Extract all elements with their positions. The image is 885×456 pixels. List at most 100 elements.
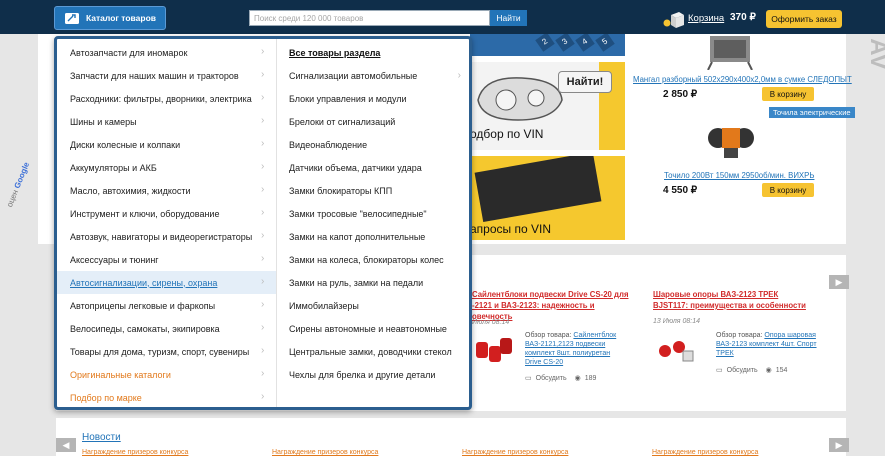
- product-price: 2 850 ₽: [663, 89, 698, 100]
- chevron-right-icon: ›: [261, 368, 265, 379]
- article-title[interactable]: Шаровые опоры ВАЗ-2123 ТРЕК BJST117: пре…: [653, 289, 806, 311]
- discuss-link[interactable]: Обсудить: [536, 375, 567, 382]
- arrow-right-icon[interactable]: ▶: [829, 438, 849, 452]
- vin-search-banner[interactable]: Найти! одбор по VIN: [470, 62, 625, 150]
- article-date: 13 Июля 08:14: [653, 318, 700, 325]
- catalog-button[interactable]: Каталог товаров: [54, 6, 166, 30]
- subcategory-item[interactable]: Центральные замки, доводчики стекол: [277, 340, 469, 363]
- eye-icon: ◉: [765, 367, 772, 374]
- category-item[interactable]: Инструмент и ключи, оборудование ›: [57, 202, 276, 225]
- product-title[interactable]: Мангал разборный 502х290х400х2,0мм в сум…: [633, 75, 852, 84]
- vin-banner-caption: одбор по VIN: [470, 127, 544, 141]
- subcategory-item[interactable]: Брелоки от сигнализаций: [277, 110, 469, 133]
- article-thumbnail[interactable]: [655, 333, 695, 367]
- news-item[interactable]: Награждение призеров конкурса: [272, 449, 378, 456]
- article-meta: ▭ Обсудить ◉ 154: [716, 366, 788, 375]
- chevron-right-icon: ›: [261, 69, 265, 80]
- search-input[interactable]: [249, 10, 490, 26]
- category-item[interactable]: Автозвук, навигаторы и видеорегистраторы…: [57, 225, 276, 248]
- banner-page-number[interactable]: 2: [535, 34, 555, 52]
- cart-link[interactable]: Корзина: [688, 13, 724, 24]
- category-item[interactable]: Диски колесные и колпаки ›: [57, 133, 276, 156]
- chevron-right-icon: ›: [261, 253, 265, 264]
- article-title[interactable]: Сайлентблоки подвески Drive CS-20 для -2…: [472, 289, 629, 322]
- view-count: 189: [584, 374, 597, 382]
- arrow-left-icon[interactable]: ◀: [56, 438, 76, 452]
- chevron-right-icon: ›: [261, 230, 265, 241]
- find-button[interactable]: Найти!: [558, 71, 612, 93]
- subcategory-item[interactable]: Замки на руль, замки на педали: [277, 271, 469, 294]
- category-item[interactable]: Автозапчасти для иномарок ›: [57, 41, 276, 64]
- subcategory-item[interactable]: Сирены автономные и неавтономные: [277, 317, 469, 340]
- eye-icon: ◉: [574, 375, 581, 382]
- category-badge[interactable]: Точила электрические: [769, 107, 855, 118]
- category-item[interactable]: Запчасти для наших машин и тракторов ›: [57, 64, 276, 87]
- catalog-dropdown-menu: Автозапчасти для иномарок › Запчасти для …: [54, 36, 472, 410]
- chevron-right-icon: ›: [261, 391, 265, 402]
- category-list: Автозапчасти для иномарок › Запчасти для …: [57, 39, 276, 407]
- article-thumbnail[interactable]: [474, 334, 514, 368]
- category-item[interactable]: Товары для дома, туризм, спорт, сувениры…: [57, 340, 276, 363]
- category-item[interactable]: Автоприцепы легковые и фаркопы ›: [57, 294, 276, 317]
- category-item[interactable]: Расходники: фильтры, дворники, электрика…: [57, 87, 276, 110]
- subcategory-item[interactable]: Блоки управления и модули: [277, 87, 469, 110]
- category-item-select-by-brand[interactable]: Подбор по марке ›: [57, 386, 276, 409]
- subcategory-item[interactable]: Замки блокираторы КПП: [277, 179, 469, 202]
- view-count: 154: [775, 366, 788, 374]
- vin-request-caption: апросы по VIN: [470, 222, 551, 236]
- subcategory-item[interactable]: Датчики объема, датчики удара: [277, 156, 469, 179]
- banner-page-number[interactable]: 5: [595, 34, 615, 52]
- arrow-right-icon[interactable]: ▶: [829, 275, 849, 289]
- catalog-wrench-icon: [65, 12, 79, 24]
- subcategory-item[interactable]: Иммобилайзеры: [277, 294, 469, 317]
- chevron-right-icon: ›: [261, 299, 265, 310]
- add-to-cart-button[interactable]: В корзину: [762, 183, 814, 197]
- category-item[interactable]: Аккумуляторы и АКБ ›: [57, 156, 276, 179]
- news-section-title[interactable]: Новости: [82, 432, 121, 443]
- subcategory-item[interactable]: Сигнализации автомобильные ›: [277, 64, 469, 87]
- subcategory-all-items[interactable]: Все товары раздела: [277, 41, 469, 64]
- product-image[interactable]: [700, 34, 760, 70]
- product-price: 4 550 ₽: [663, 185, 698, 196]
- category-item-original-catalogs[interactable]: Оригинальные каталоги ›: [57, 363, 276, 386]
- product-title[interactable]: Точило 200Вт 150мм 2950об/мин. ВИХРЬ: [664, 171, 814, 180]
- chevron-right-icon: ›: [261, 46, 265, 57]
- subcategory-item[interactable]: Замки на капот дополнительные: [277, 225, 469, 248]
- catalog-button-label: Каталог товаров: [86, 13, 156, 23]
- subcategory-item[interactable]: Замки на колеса, блокираторы колес: [277, 248, 469, 271]
- chevron-right-icon: ›: [261, 345, 265, 356]
- search-button[interactable]: Найти: [490, 10, 527, 26]
- subcategory-item[interactable]: Замки тросовые "велосипедные": [277, 202, 469, 225]
- chevron-right-icon: ›: [261, 92, 265, 103]
- discuss-link[interactable]: Обсудить: [727, 367, 758, 374]
- watermark-logo-right: AV: [864, 38, 885, 70]
- vin-request-banner[interactable]: апросы по VIN: [470, 156, 625, 240]
- subcategory-item[interactable]: Чехлы для брелка и другие детали: [277, 363, 469, 386]
- cart-total: 370 ₽: [730, 12, 756, 23]
- banner-page-number[interactable]: 3: [555, 34, 575, 52]
- category-item[interactable]: Шины и камеры ›: [57, 110, 276, 133]
- cart-box-icon[interactable]: [663, 11, 685, 29]
- checkout-button[interactable]: Оформить заказ: [766, 10, 842, 28]
- chevron-right-icon: ›: [261, 207, 265, 218]
- category-item[interactable]: Масло, автохимия, жидкости ›: [57, 179, 276, 202]
- category-item[interactable]: Велосипеды, самокаты, экипировка ›: [57, 317, 276, 340]
- news-item[interactable]: Награждение призеров конкурса: [462, 449, 568, 456]
- article-description: Обзор товара: Сайлентблок ВАЗ-2121,2123 …: [525, 332, 617, 366]
- subcategory-item[interactable]: Видеонаблюдение: [277, 133, 469, 156]
- banner-page-number[interactable]: 4: [575, 34, 595, 52]
- promo-banner-strip[interactable]: 2 3 4 5: [470, 34, 625, 56]
- product-image[interactable]: [706, 118, 756, 164]
- news-item[interactable]: Награждение призеров конкурса: [82, 449, 188, 456]
- category-item-active[interactable]: Автосигнализации, сирены, охрана ›: [57, 271, 276, 294]
- comment-icon: ▭: [525, 375, 532, 382]
- chevron-right-icon: ›: [261, 138, 265, 149]
- news-item[interactable]: Награждение призеров конкурса: [652, 449, 758, 456]
- chevron-right-icon: ›: [261, 115, 265, 126]
- add-to-cart-button[interactable]: В корзину: [762, 87, 814, 101]
- chevron-right-icon: ›: [261, 276, 265, 287]
- category-item[interactable]: Аксессуары и тюнинг ›: [57, 248, 276, 271]
- chevron-right-icon: ›: [457, 70, 461, 81]
- article-description: Обзор товара: Опора шаровая ВАЗ-2123 ком…: [716, 332, 817, 357]
- headlight-illustration: [477, 77, 563, 121]
